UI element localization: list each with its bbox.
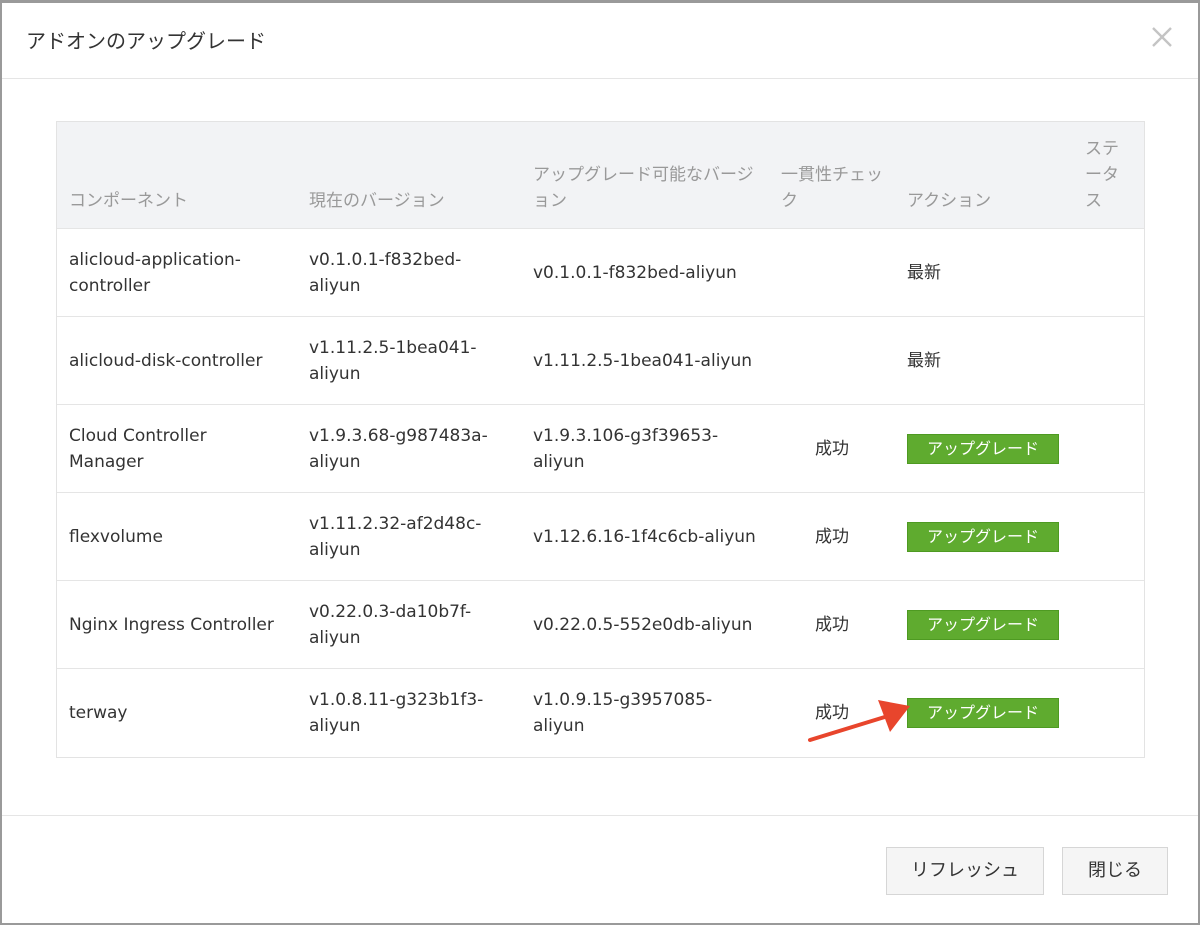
close-icon[interactable] <box>1150 25 1174 49</box>
current-version: v1.11.2.32-af2d48c-aliyun <box>297 492 521 581</box>
component-name: Nginx Ingress Controller <box>57 580 297 669</box>
table-row: alicloud-application-controller v0.1.0.1… <box>57 228 1144 317</box>
available-version: v1.9.3.106-g3f39653-aliyun <box>521 404 769 493</box>
component-name: alicloud-disk-controller <box>57 316 297 405</box>
status-cell <box>1073 580 1144 669</box>
consistency-check <box>769 228 895 317</box>
action-cell: アップグレード <box>895 580 1073 669</box>
refresh-button[interactable]: リフレッシュ <box>886 847 1044 895</box>
consistency-check: 成功 <box>769 492 895 581</box>
available-version: v1.11.2.5-1bea041-aliyun <box>521 316 769 405</box>
column-header-action: アクション <box>895 122 1073 229</box>
component-name: terway <box>57 668 297 757</box>
consistency-check: 成功 <box>769 404 895 493</box>
dialog-header: アドオンのアップグレード <box>2 3 1198 79</box>
addon-table: コンポーネント 現在のバージョン アップグレード可能なバージョン 一貫性チェック… <box>56 121 1145 758</box>
table-row: alicloud-disk-controller v1.11.2.5-1bea0… <box>57 316 1144 405</box>
addon-upgrade-dialog: アドオンのアップグレード コンポーネント 現在のバージョン アップグレード可能な… <box>2 3 1198 923</box>
dialog-title: アドオンのアップグレード <box>26 29 266 53</box>
upgrade-button[interactable]: アップグレード <box>907 433 1059 464</box>
component-name: alicloud-application-controller <box>57 228 297 317</box>
close-button[interactable]: 閉じる <box>1062 847 1168 895</box>
column-header-available-version: アップグレード可能なバージョン <box>521 122 769 229</box>
status-cell <box>1073 668 1144 757</box>
status-cell <box>1073 228 1144 317</box>
upgrade-button[interactable]: アップグレード <box>907 697 1059 728</box>
column-header-current-version: 現在のバージョン <box>297 122 521 229</box>
available-version: v0.1.0.1-f832bed-aliyun <box>521 228 769 317</box>
available-version: v1.12.6.16-1f4c6cb-aliyun <box>521 492 769 581</box>
consistency-check: 成功 <box>769 580 895 669</box>
current-version: v0.22.0.3-da10b7f-aliyun <box>297 580 521 669</box>
table-row: terway v1.0.8.11-g323b1f3-aliyun v1.0.9.… <box>57 668 1144 757</box>
annotation-arrow-icon <box>808 700 910 742</box>
current-version: v1.0.8.11-g323b1f3-aliyun <box>297 668 521 757</box>
column-header-status: ステータス <box>1073 122 1144 229</box>
action-latest: 最新 <box>895 228 1073 317</box>
upgrade-button[interactable]: アップグレード <box>907 609 1059 640</box>
component-name: flexvolume <box>57 492 297 581</box>
current-version: v1.11.2.5-1bea041-aliyun <box>297 316 521 405</box>
current-version: v0.1.0.1-f832bed-aliyun <box>297 228 521 317</box>
action-latest: 最新 <box>895 316 1073 405</box>
status-cell <box>1073 316 1144 405</box>
action-cell: アップグレード <box>895 668 1073 757</box>
action-cell: アップグレード <box>895 492 1073 581</box>
consistency-check <box>769 316 895 405</box>
current-version: v1.9.3.68-g987483a-aliyun <box>297 404 521 493</box>
upgrade-button[interactable]: アップグレード <box>907 521 1059 552</box>
dialog-footer: リフレッシュ 閉じる <box>2 815 1198 923</box>
status-cell <box>1073 492 1144 581</box>
table-row: Cloud Controller Manager v1.9.3.68-g9874… <box>57 404 1144 493</box>
table-row: Nginx Ingress Controller v0.22.0.3-da10b… <box>57 580 1144 669</box>
column-header-consistency-check: 一貫性チェック <box>769 122 895 229</box>
column-header-component: コンポーネント <box>57 122 297 229</box>
component-name: Cloud Controller Manager <box>57 404 297 493</box>
table-header-row: コンポーネント 現在のバージョン アップグレード可能なバージョン 一貫性チェック… <box>57 122 1144 229</box>
status-cell <box>1073 404 1144 493</box>
table-row: flexvolume v1.11.2.32-af2d48c-aliyun v1.… <box>57 492 1144 581</box>
action-cell: アップグレード <box>895 404 1073 493</box>
available-version: v0.22.0.5-552e0db-aliyun <box>521 580 769 669</box>
available-version: v1.0.9.15-g3957085-aliyun <box>521 668 769 757</box>
